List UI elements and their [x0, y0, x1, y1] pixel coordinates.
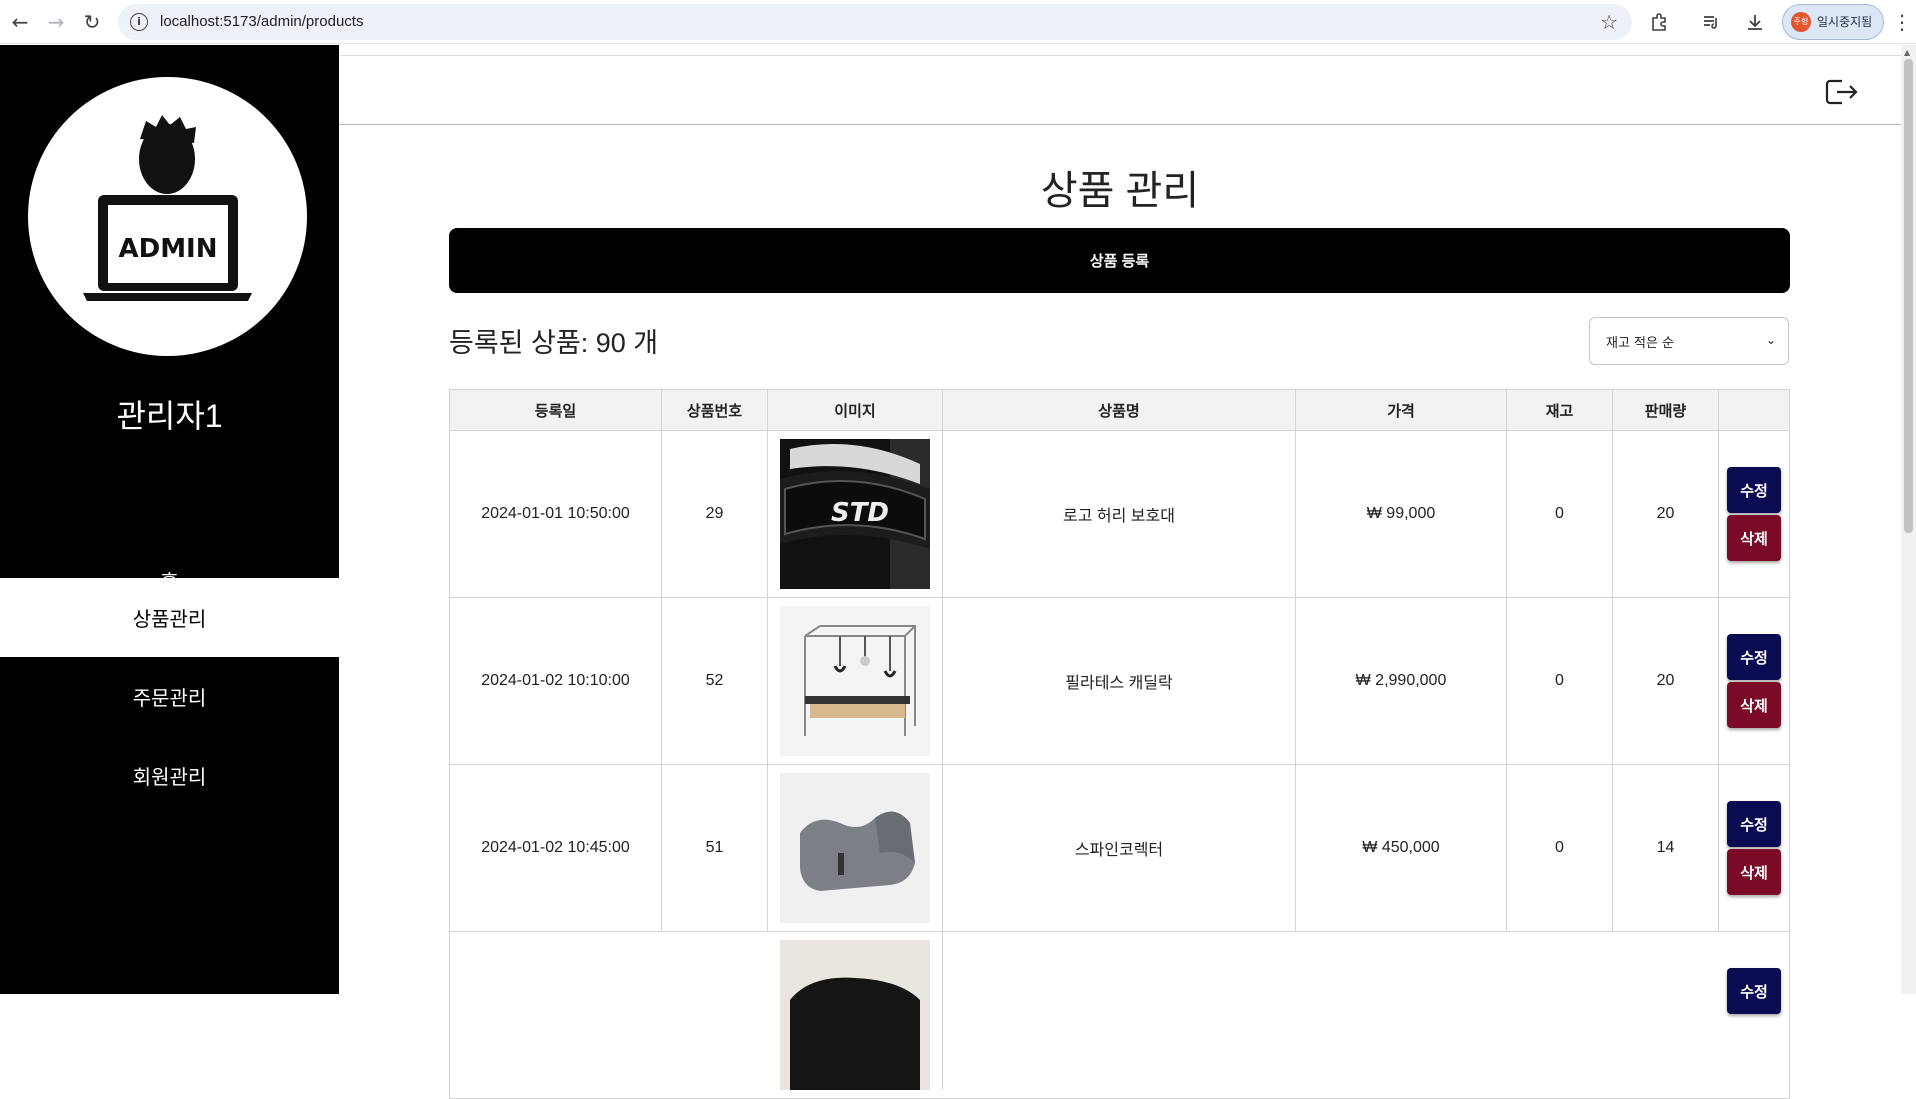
sidebar-item-orders[interactable]: 주문관리	[0, 657, 339, 736]
profile-avatar: 주형	[1791, 11, 1811, 32]
svg-text:STD: STD	[831, 498, 889, 528]
header-actions	[1719, 390, 1789, 430]
address-bar[interactable]: i localhost:5173/admin/products ☆	[118, 3, 1632, 40]
header-image: 이미지	[768, 390, 943, 430]
sidebar-item-label: 회원관리	[132, 767, 207, 789]
cell-actions: 수정 삭제	[1719, 431, 1789, 597]
edit-button[interactable]: 수정	[1727, 801, 1781, 847]
table-row: 2024-01-02 10:10:00 52 필라테스 캐딜락 ₩ 2,990,…	[449, 598, 1790, 765]
register-product-button[interactable]: 상품 등록	[449, 228, 1790, 293]
browser-toolbar: ← → ↻ i localhost:5173/admin/products ☆ …	[0, 0, 1916, 44]
product-count-label: 등록된 상품: 90 개	[449, 328, 659, 358]
cell-date: 2024-01-02 10:10:00	[450, 598, 662, 764]
delete-button[interactable]: 삭제	[1727, 849, 1781, 895]
cell-date: 2024-01-01 10:50:00	[450, 431, 662, 597]
admin-name: 관리자1	[116, 398, 223, 434]
cell-sales: 20	[1613, 431, 1719, 597]
svg-text:ADMIN: ADMIN	[118, 234, 217, 264]
browser-menu-icon[interactable]: ⋮	[1892, 10, 1912, 34]
cell-actions: 수정	[1719, 932, 1789, 1014]
table-row: 2024-01-02 10:45:00 51 스파인코렉터 ₩ 450,000 …	[449, 765, 1790, 932]
cell-stock: 0	[1507, 431, 1613, 597]
table-row: 2024-01-01 10:50:00 29 STD 로고 허리 보호대 ₩ 9…	[449, 431, 1790, 598]
cell-sales: 14	[1613, 765, 1719, 931]
site-info-icon[interactable]: i	[130, 12, 148, 31]
header-sales: 판매량	[1613, 390, 1719, 430]
cell-name: 필라테스 캐딜락	[943, 598, 1296, 764]
sort-selected-value: 재고 적은 순	[1606, 335, 1675, 351]
product-thumbnail[interactable]	[780, 940, 930, 1090]
cell-date: 2024-01-02 10:45:00	[450, 765, 662, 931]
delete-button[interactable]: 삭제	[1727, 515, 1781, 561]
products-table: 등록일 상품번호 이미지 상품명 가격 재고 판매량 2024-01-01 10…	[449, 389, 1790, 1099]
cell-image	[768, 932, 943, 1090]
sidebar-item-label: 주문관리	[132, 688, 207, 710]
bookmark-star-icon[interactable]: ☆	[1600, 10, 1618, 34]
edit-button[interactable]: 수정	[1727, 467, 1781, 513]
delete-button[interactable]: 삭제	[1727, 682, 1781, 728]
admin-laptop-icon: ADMIN	[83, 115, 252, 301]
sidebar-item-members[interactable]: 회원관리	[0, 736, 339, 815]
cell-actions: 수정 삭제	[1719, 598, 1789, 764]
header-date: 등록일	[450, 390, 662, 430]
cell-name: 스파인코렉터	[943, 765, 1296, 931]
cell-stock: 0	[1507, 765, 1613, 931]
back-arrow-icon[interactable]: ←	[6, 8, 34, 36]
cell-name: 로고 허리 보호대	[943, 431, 1296, 597]
header-price: 가격	[1296, 390, 1507, 430]
sidebar: ADMIN 관리자1 홈 상품관리 주문관리 회원관리	[0, 45, 339, 994]
product-thumbnail-lifting-belt[interactable]: STD	[780, 439, 930, 589]
cell-price: ₩ 450,000	[1296, 765, 1507, 931]
product-thumbnail-cadillac[interactable]	[780, 606, 930, 756]
scroll-up-arrow-icon[interactable]: ▲	[1904, 48, 1910, 57]
header-stock: 재고	[1507, 390, 1613, 430]
download-icon[interactable]	[1738, 5, 1772, 39]
media-queue-icon[interactable]	[1694, 5, 1728, 39]
cell-price: ₩ 99,000	[1296, 431, 1507, 597]
cell-image	[768, 765, 943, 931]
cell-image	[768, 598, 943, 764]
page-scrollbar[interactable]: ▲	[1901, 45, 1916, 994]
scrollbar-thumb[interactable]	[1904, 59, 1913, 533]
header-id: 상품번호	[662, 390, 768, 430]
reload-icon[interactable]: ↻	[78, 8, 106, 36]
cell-id: 51	[662, 765, 768, 931]
table-row: 수정	[449, 932, 1790, 1099]
sort-select[interactable]: 재고 적은 순 ⌄	[1589, 317, 1789, 365]
edit-button[interactable]: 수정	[1727, 968, 1781, 1014]
forward-arrow-icon[interactable]: →	[42, 8, 70, 36]
sidebar-item-products[interactable]: 상품관리	[0, 578, 339, 657]
url-text[interactable]: localhost:5173/admin/products	[160, 13, 363, 30]
top-header	[339, 55, 1901, 125]
chevron-down-icon: ⌄	[1765, 333, 1776, 347]
logout-icon[interactable]	[1825, 78, 1859, 106]
page-title: 상품 관리	[1040, 169, 1200, 213]
profile-status-label: 일시중지됨	[1817, 15, 1873, 29]
cell-stock: 0	[1507, 598, 1613, 764]
product-thumbnail-spine-corrector[interactable]	[780, 773, 930, 923]
header-name: 상품명	[943, 390, 1296, 430]
admin-avatar: ADMIN	[28, 77, 307, 356]
profile-button[interactable]: 주형 일시중지됨	[1782, 3, 1884, 40]
cell-actions: 수정 삭제	[1719, 765, 1789, 931]
edit-button[interactable]: 수정	[1727, 634, 1781, 680]
sidebar-item-label: 상품관리	[132, 609, 207, 631]
cell-id: 52	[662, 598, 768, 764]
table-header: 등록일 상품번호 이미지 상품명 가격 재고 판매량	[449, 389, 1790, 431]
cell-id: 29	[662, 431, 768, 597]
cell-image: STD	[768, 431, 943, 597]
cell-price: ₩ 2,990,000	[1296, 598, 1507, 764]
extensions-icon[interactable]	[1642, 5, 1676, 39]
cell-sales: 20	[1613, 598, 1719, 764]
